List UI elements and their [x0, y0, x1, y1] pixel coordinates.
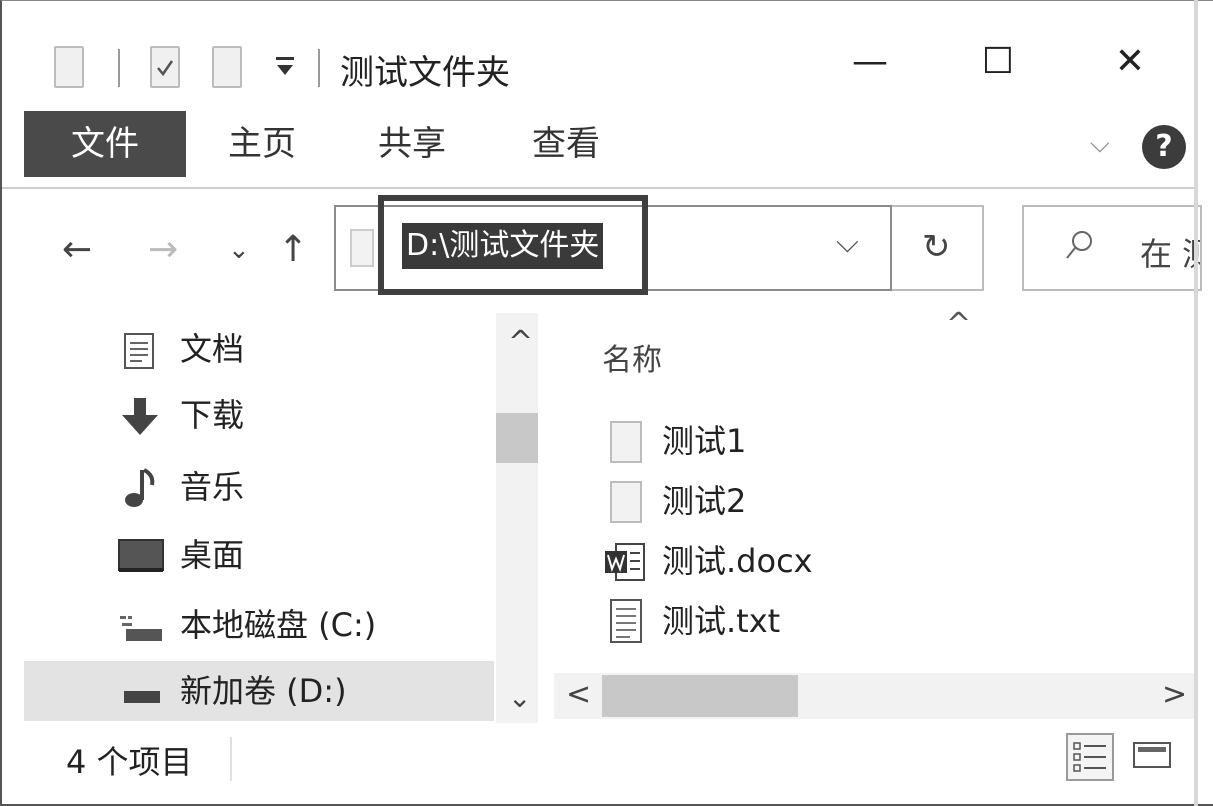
status-bar: 4 个项目 [2, 723, 1196, 803]
details-view-button[interactable] [1066, 733, 1114, 781]
refresh-icon: ↻ [922, 227, 951, 267]
scroll-up-button[interactable]: ^ [508, 325, 533, 360]
refresh-button[interactable]: ↻ [892, 205, 984, 291]
sort-indicator-icon: ^ [946, 307, 972, 342]
tab-view[interactable]: 查看 [532, 111, 600, 177]
item-count: 4 个项目 [66, 743, 193, 781]
toolbar-separator [318, 49, 320, 87]
download-icon [118, 397, 162, 437]
nav-item-downloads[interactable]: 下载 [24, 385, 494, 445]
tab-home[interactable]: 主页 [228, 111, 296, 177]
recent-locations-button[interactable]: ⌄ [228, 235, 250, 265]
nav-item-local-disk-c[interactable]: 本地磁盘 (C:) [24, 595, 494, 655]
window-title: 测试文件夹 [340, 53, 510, 93]
large-icons-view-button[interactable] [1130, 733, 1178, 781]
desktop-icon [118, 539, 164, 573]
file-name: 测试.txt [662, 602, 781, 640]
large-icons-view-icon [1133, 742, 1171, 768]
close-button[interactable]: ✕ [1100, 41, 1160, 82]
drive-icon [118, 613, 164, 643]
file-name: 测试2 [662, 482, 747, 520]
forward-button[interactable]: → [148, 229, 178, 270]
nav-item-label: 音乐 [180, 468, 245, 506]
nav-item-documents[interactable]: 文档 [24, 319, 494, 379]
nav-item-label: 新加卷 (D:) [180, 672, 347, 710]
blank-file-icon [610, 421, 642, 463]
scroll-left-button[interactable]: < [566, 677, 591, 712]
address-row: ← → ⌄ ↑ ⌵ D:\测试文件夹 ↻ 在 测 [2, 191, 1202, 311]
scroll-thumb[interactable] [602, 675, 798, 717]
file-list-pane: ^ 名称 测试1 测试2 测试.docx 测试.txt [554, 307, 1194, 673]
explorer-window: 测试文件夹 — ☐ ✕ 文件 主页 共享 查看 ⌵ ? ← → ⌄ ↑ ⌵ D:… [0, 0, 1213, 806]
minimize-button[interactable]: — [840, 41, 900, 82]
maximize-button[interactable]: ☐ [968, 41, 1028, 82]
scroll-right-button[interactable]: > [1162, 677, 1187, 712]
navigation-pane: 文档 下载 音乐 桌面 本地磁盘 (C:) 新加卷 (D:) [24, 313, 496, 723]
ribbon-tabs: 文件 主页 共享 查看 ⌵ ? [2, 109, 1196, 189]
column-header-name[interactable]: 名称 [602, 335, 662, 379]
nav-item-label: 桌面 [180, 536, 245, 574]
drive-icon [118, 687, 164, 707]
folder-icon [350, 229, 374, 267]
word-file-icon [604, 541, 646, 583]
new-folder-icon[interactable] [212, 46, 242, 88]
nav-scrollbar[interactable]: ^ ⌄ [496, 313, 538, 723]
nav-item-label: 本地磁盘 (C:) [180, 606, 377, 644]
file-scrollbar[interactable]: < > [554, 673, 1196, 719]
folder-properties-icon[interactable] [54, 46, 84, 88]
expand-ribbon-button[interactable]: ⌵ [1090, 111, 1110, 177]
address-dropdown-button[interactable]: ⌵ [836, 225, 859, 260]
toolbar-separator [118, 49, 120, 87]
address-path[interactable]: D:\测试文件夹 [402, 223, 604, 269]
nav-item-label: 下载 [180, 396, 245, 434]
checkmark-document-icon[interactable] [150, 46, 180, 88]
details-view-icon [1073, 742, 1106, 772]
nav-item-music[interactable]: 音乐 [24, 457, 494, 517]
search-icon [1064, 229, 1094, 263]
file-name: 测试1 [662, 422, 747, 460]
file-name: 测试.docx [662, 542, 813, 580]
help-button[interactable]: ? [1142, 125, 1186, 169]
scroll-thumb[interactable] [496, 413, 538, 463]
document-icon [122, 333, 156, 369]
blank-file-icon [610, 481, 642, 523]
nav-item-label: 文档 [180, 330, 245, 368]
text-file-icon [610, 599, 642, 643]
window-right-edge [1194, 0, 1198, 806]
customize-toolbar-icon[interactable] [274, 53, 296, 79]
search-placeholder: 在 测 [1140, 235, 1200, 273]
search-input[interactable]: 在 测 [1022, 205, 1202, 291]
nav-item-volume-d[interactable]: 新加卷 (D:) [24, 661, 494, 721]
title-bar: 测试文件夹 — ☐ ✕ [2, 1, 1196, 106]
tab-share[interactable]: 共享 [378, 111, 446, 177]
music-icon [122, 467, 158, 509]
up-button[interactable]: ↑ [278, 229, 308, 270]
back-button[interactable]: ← [62, 229, 92, 270]
tab-file[interactable]: 文件 [24, 111, 186, 177]
nav-item-desktop[interactable]: 桌面 [24, 525, 494, 585]
scroll-down-button[interactable]: ⌄ [508, 681, 531, 714]
status-separator [230, 737, 232, 781]
